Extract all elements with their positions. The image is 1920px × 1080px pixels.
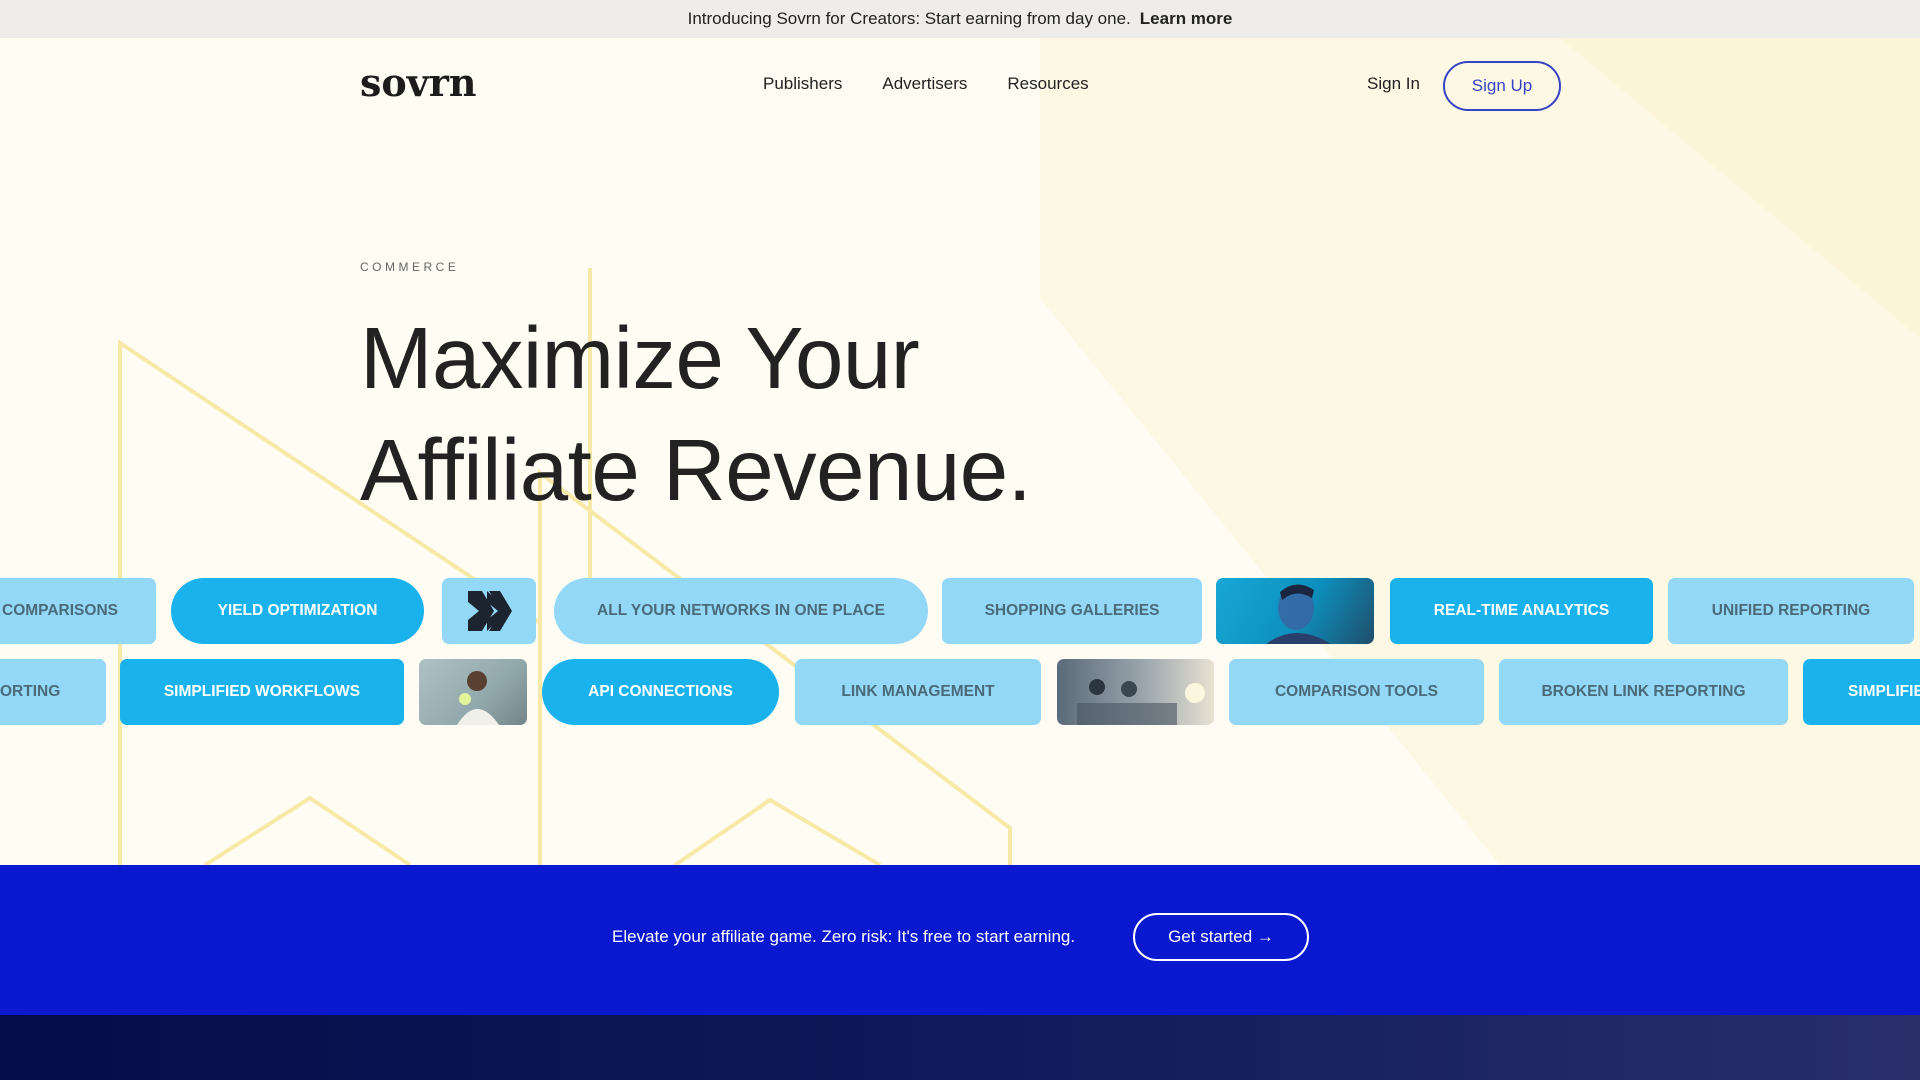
announcement-text: Introducing Sovrn for Creators: Start ea… (687, 9, 1131, 28)
feature-pill: YIELD OPTIMIZATION (171, 578, 424, 644)
fast-forward-icon (468, 591, 512, 631)
headline-line-1: Maximize Your (360, 310, 920, 407)
hero-headline: Maximize Your Affiliate Revenue. (360, 303, 1032, 527)
feature-carousel-row-1: COMPARISONS YIELD OPTIMIZATION ALL YOUR … (0, 578, 1920, 644)
cta-text: Elevate your affiliate game. Zero risk: … (612, 927, 1076, 946)
speaker-photo (419, 659, 527, 725)
feature-pill: REAL-TIME ANALYTICS (1390, 578, 1653, 644)
feature-pill: BROKEN LINK REPORTING (1499, 659, 1788, 725)
feature-pill: SHOPPING GALLERIES (942, 578, 1202, 644)
office-photo (1077, 679, 1205, 725)
feature-pill: COMPARISONS (0, 578, 156, 644)
footer-gradient-band (0, 1015, 1920, 1080)
fast-forward-tile (442, 578, 536, 644)
feature-pill: UNIFIED REPORTING (1668, 578, 1914, 644)
person-photo (1266, 584, 1331, 644)
feature-pill: LINK MANAGEMENT (795, 659, 1041, 725)
svg-text:sovrn: sovrn (360, 64, 476, 104)
cta-banner: Elevate your affiliate game. Zero risk: … (0, 865, 1920, 1015)
sign-in-link[interactable]: Sign In (1367, 74, 1420, 94)
hero-section: sovrn Publishers Advertisers Resources S… (0, 38, 1920, 865)
speaker-photo-tile (419, 659, 527, 725)
sovrn-logo[interactable]: sovrn (360, 64, 496, 104)
headline-line-2: Affiliate Revenue. (360, 422, 1032, 519)
office-photo-tile (1057, 659, 1214, 725)
sign-up-button[interactable]: Sign Up (1443, 61, 1561, 111)
feature-pill: SIMPLIFIE (1803, 659, 1920, 725)
feature-pill: COMPARISON TOOLS (1229, 659, 1484, 725)
nav-link-resources[interactable]: Resources (1007, 74, 1088, 94)
announcement-bar: Introducing Sovrn for Creators: Start ea… (0, 0, 1920, 38)
learn-more-link[interactable]: Learn more (1140, 9, 1233, 29)
nav-links: Publishers Advertisers Resources (763, 74, 1089, 94)
get-started-button[interactable]: Get started → (1133, 913, 1309, 961)
feature-pill: SIMPLIFIED WORKFLOWS (120, 659, 404, 725)
feature-pill: ORTING (0, 659, 106, 725)
nav-link-advertisers[interactable]: Advertisers (882, 74, 967, 94)
section-eyebrow: COMMERCE (360, 260, 460, 274)
person-photo-tile (1216, 578, 1374, 644)
top-navigation: sovrn Publishers Advertisers Resources S… (0, 38, 1920, 133)
feature-pill: ALL YOUR NETWORKS IN ONE PLACE (554, 578, 928, 644)
feature-carousel-row-2: ORTING SIMPLIFIED WORKFLOWS API CONNECTI… (0, 659, 1920, 725)
nav-link-publishers[interactable]: Publishers (763, 74, 842, 94)
feature-pill: API CONNECTIONS (542, 659, 779, 725)
